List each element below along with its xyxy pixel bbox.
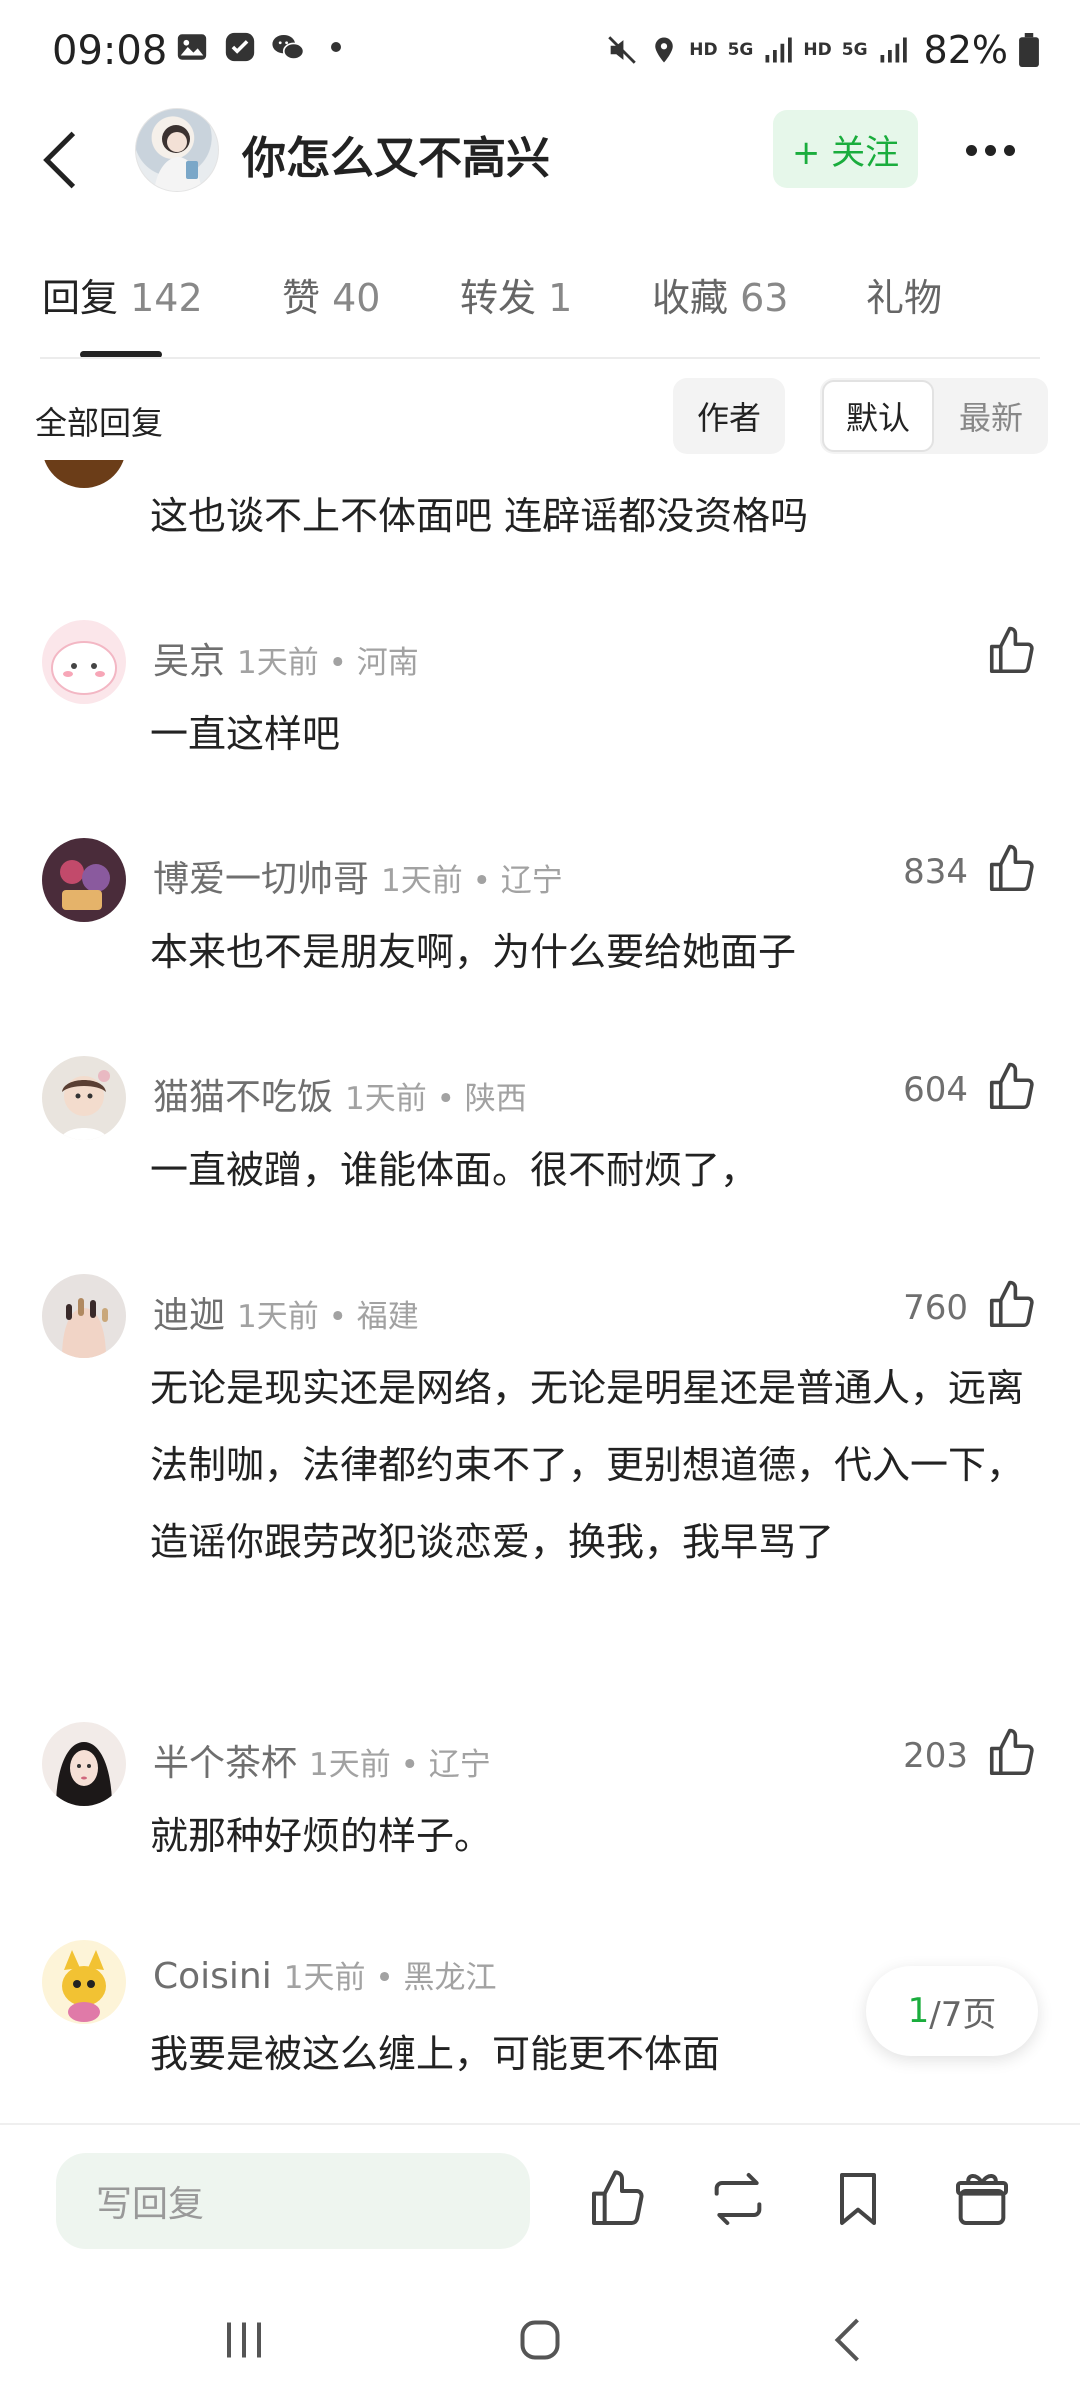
like-post-icon[interactable] (586, 2167, 650, 2231)
comment-author-name[interactable]: 迪迦 (153, 1295, 225, 1336)
sort-latest-option[interactable]: 最新 (936, 380, 1046, 452)
battery-icon (1019, 33, 1039, 67)
tab-favorites[interactable]: 收藏 63 (652, 267, 788, 322)
page-indicator[interactable]: 1/7页 (866, 1966, 1038, 2056)
sort-default-option[interactable]: 默认 (822, 380, 934, 452)
follow-button[interactable]: + 关注 (773, 110, 918, 188)
author-filter-chip[interactable]: 作者 (673, 378, 785, 454)
status-bar: 09:08 HD 5G HD 5G 82% (0, 0, 1080, 100)
back-arrow-icon (43, 131, 76, 189)
avatar-image (42, 1722, 126, 1806)
thumbs-up-icon[interactable] (985, 1278, 1039, 1332)
like-count: 604 (903, 1070, 968, 1110)
comment-author-name[interactable]: Coisini (153, 1956, 272, 1997)
repost-icon[interactable] (706, 2167, 770, 2231)
more-options-button[interactable] (955, 125, 1025, 175)
comment-author-name[interactable]: 半个茶杯 (153, 1743, 297, 1784)
system-navigation-bar (0, 2290, 1080, 2400)
post-title: 你怎么又不高兴 (242, 133, 550, 184)
like-count: 203 (903, 1736, 968, 1776)
comment-list: 这也谈不上不体面吧 连辟谣都没资格吗 吴京 1天前 • 河南 一直这样吧 博爱一切… (0, 460, 1080, 2120)
bookmark-icon[interactable] (826, 2167, 890, 2231)
comment-text: 一直被蹭，谁能体面。很不耐烦了， (150, 1148, 759, 1192)
comment-author-name[interactable]: 猫猫不吃饭 (153, 1077, 333, 1118)
hd-label-2: HD (803, 40, 832, 60)
signal-icon (765, 37, 793, 63)
avatar-image (42, 838, 126, 922)
avatar[interactable] (42, 460, 126, 488)
post-header: 你怎么又不高兴 + 关注 (0, 100, 1080, 220)
like-count: 760 (903, 1288, 968, 1328)
author-avatar-image (154, 125, 202, 191)
current-page: 1 (907, 1991, 930, 2031)
avatar[interactable] (42, 838, 126, 922)
gallery-icon (177, 34, 207, 60)
tab-replies[interactable]: 回复 142 (42, 267, 203, 322)
avatar[interactable] (42, 620, 126, 704)
avatar[interactable] (42, 1940, 126, 2024)
avatar[interactable] (42, 1722, 126, 1806)
comment-text: 这也谈不上不体面吧 连辟谣都没资格吗 (150, 494, 809, 538)
comment-meta: 1天前 • 福建 (237, 1299, 419, 1335)
battery-level: 82% (923, 28, 1008, 72)
wechat-icon (272, 34, 305, 60)
back-button[interactable] (30, 120, 90, 200)
thumbs-up-icon[interactable] (985, 624, 1039, 678)
thumbs-up-icon[interactable] (985, 1726, 1039, 1780)
avatar-image (42, 1056, 126, 1140)
comment-author-name[interactable]: 博爱一切帅哥 (153, 859, 369, 900)
comment-text: 无论是现实还是网络，无论是明星还是普通人，远离法制咖，法律都约束不了，更别想道德… (150, 1366, 1025, 1564)
home-icon[interactable] (510, 2310, 570, 2370)
like-count: 834 (903, 852, 968, 892)
avatar-image (42, 1274, 126, 1358)
mute-icon (608, 36, 637, 64)
tab-likes[interactable]: 赞 40 (282, 267, 380, 322)
avatar[interactable] (42, 1056, 126, 1140)
sort-segmented-control: 默认 最新 (820, 378, 1048, 454)
nav-back-icon[interactable] (820, 2310, 880, 2370)
post-tabs: 回复 142 赞 40 转发 1 收藏 63 礼物 (0, 255, 1080, 358)
author-avatar[interactable] (135, 108, 219, 192)
all-replies-label: 全部回复 (35, 404, 164, 442)
comment-author-name[interactable]: 吴京 (153, 641, 225, 682)
comment-meta: 1天前 • 河南 (237, 645, 419, 681)
more-dot-icon (965, 144, 977, 156)
network-label-2: 5G (841, 40, 868, 60)
comment-text: 本来也不是朋友啊，为什么要给她面子 (150, 930, 797, 974)
network-label: 5G (727, 40, 754, 60)
avatar[interactable] (42, 1274, 126, 1358)
divider (40, 357, 1040, 359)
comment-text: 就那种好烦的样子。 (150, 1814, 493, 1858)
reply-filter-bar: 全部回复 作者 默认 最新 (0, 370, 1080, 460)
recent-apps-icon[interactable] (214, 2310, 274, 2370)
comment-text: 一直这样吧 (150, 712, 341, 756)
total-pages: /7页 (929, 1994, 997, 2035)
gift-icon[interactable] (950, 2167, 1014, 2231)
notification-dot-icon (331, 42, 341, 52)
signal-icon-2 (880, 37, 907, 63)
comment-meta: 1天前 • 辽宁 (381, 863, 563, 899)
status-time: 09:08 (52, 28, 168, 74)
thumbs-up-icon[interactable] (985, 1060, 1039, 1114)
comment-meta: 1天前 • 陕西 (345, 1081, 527, 1117)
avatar-image (42, 620, 126, 704)
check-badge-icon (225, 32, 255, 62)
tab-gifts[interactable]: 礼物 (866, 267, 942, 322)
thumbs-up-icon[interactable] (985, 842, 1039, 896)
comment-meta: 1天前 • 辽宁 (309, 1747, 491, 1783)
more-dot-icon (984, 144, 996, 156)
location-icon (655, 37, 673, 63)
hd-label: HD (689, 40, 718, 60)
reply-input[interactable]: 写回复 (56, 2153, 530, 2249)
more-dot-icon (1003, 144, 1015, 156)
tab-reposts[interactable]: 转发 1 (460, 267, 572, 322)
avatar-image (42, 1940, 126, 2024)
comment-meta: 1天前 • 黑龙江 (283, 1960, 497, 1996)
bottom-action-bar: 写回复 (0, 2125, 1080, 2265)
